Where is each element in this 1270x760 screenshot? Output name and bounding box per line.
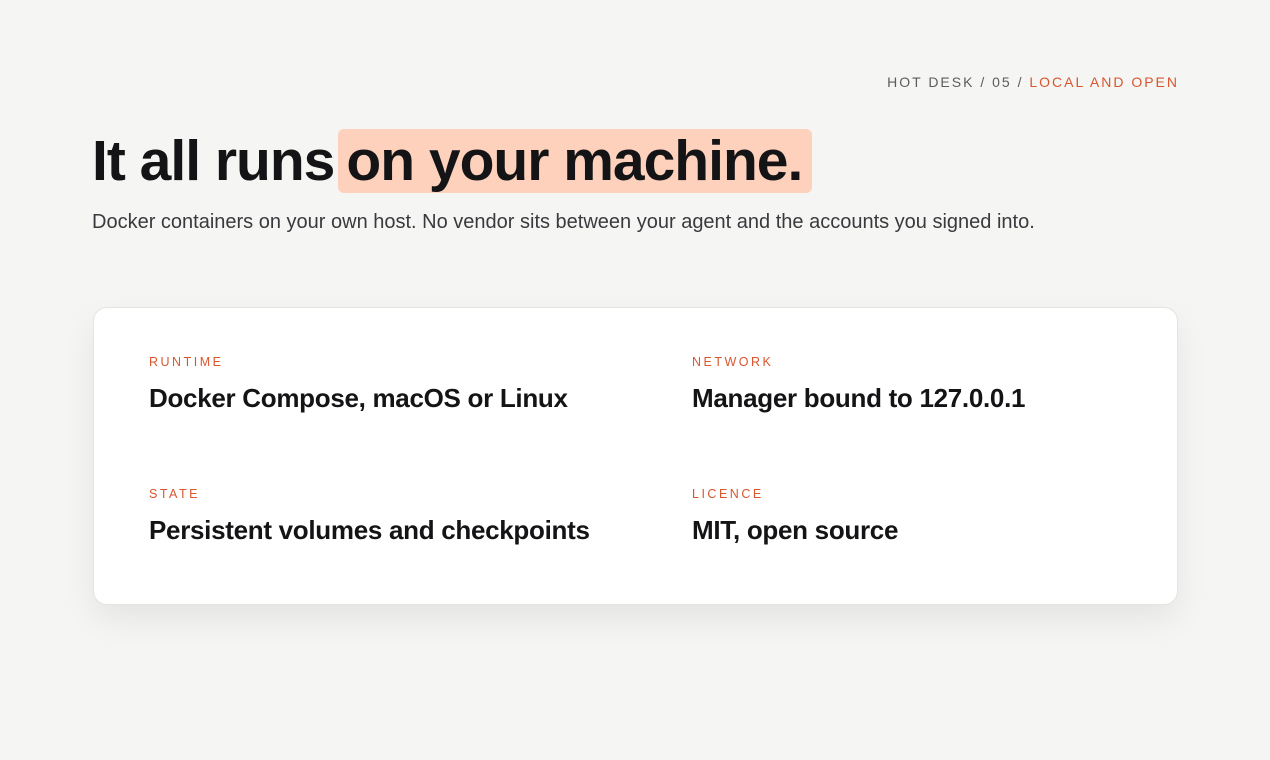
page-title: It all runs on your machine.: [92, 128, 813, 194]
spec-licence: LICENCE MIT, open source: [692, 486, 898, 546]
spec-value: Persistent volumes and checkpoints: [149, 515, 590, 545]
spec-label: RUNTIME: [149, 355, 224, 369]
spec-value: MIT, open source: [692, 515, 899, 545]
specs-card: RUNTIME Docker Compose, macOS or Linux N…: [93, 307, 1178, 605]
spec-label: LICENCE: [692, 487, 764, 501]
spec-state: STATE Persistent volumes and checkpoints: [149, 486, 590, 546]
breadcrumb: HOT DESK / 05 / LOCAL AND OPEN: [887, 74, 1179, 90]
breadcrumb-current: LOCAL AND OPEN: [1029, 74, 1179, 90]
page-title-highlight: on your machine.: [338, 129, 813, 193]
spec-label: STATE: [149, 487, 200, 501]
spec-value: Manager bound to 127.0.0.1: [692, 383, 1026, 413]
spec-value: Docker Compose, macOS or Linux: [149, 383, 568, 413]
page-title-plain: It all runs: [92, 129, 335, 193]
spec-runtime: RUNTIME Docker Compose, macOS or Linux: [149, 354, 568, 414]
spec-network: NETWORK Manager bound to 127.0.0.1: [692, 354, 1025, 414]
page-subtitle: Docker containers on your own host. No v…: [92, 211, 1035, 233]
breadcrumb-prefix: HOT DESK / 05 /: [887, 74, 1024, 90]
spec-label: NETWORK: [692, 355, 774, 369]
